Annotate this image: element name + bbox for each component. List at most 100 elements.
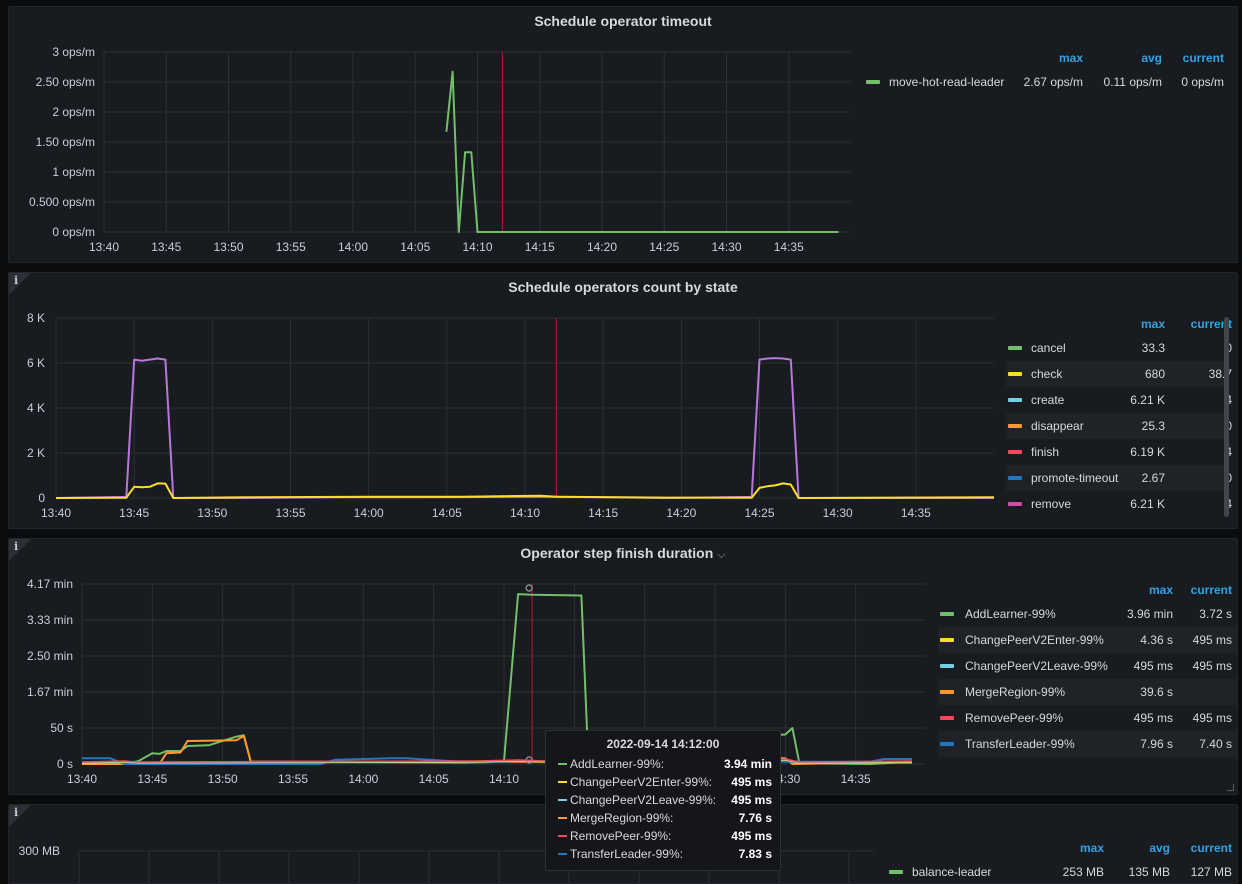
y-tick-label: 4.17 min [27, 577, 73, 591]
legend-swatch [940, 716, 954, 720]
y-tick-label: 2.50 ops/m [36, 75, 95, 89]
legend-header-current[interactable]: current [1152, 583, 1232, 597]
x-tick-label: 14:00 [338, 240, 368, 254]
legend-series-name: remove [1031, 497, 1072, 511]
legend-swatch [940, 690, 954, 694]
y-tick-label: 0.500 ops/m [29, 195, 95, 209]
y-tick-label: 2 ops/m [52, 105, 95, 119]
x-tick-label: 14:25 [744, 506, 774, 520]
x-tick-label: 14:35 [841, 772, 871, 786]
legend-item[interactable]: disappear25.30 [1006, 413, 1232, 439]
tooltip-swatch [558, 781, 567, 783]
legend-swatch [940, 664, 954, 668]
legend-value-max: 2.67 ops/m [1023, 75, 1083, 89]
x-tick-label: 14:05 [419, 772, 449, 786]
tooltip-row: TransferLeader-99%: 7.83 s [558, 845, 772, 863]
tooltip-swatch [558, 799, 567, 801]
legend-item[interactable]: create6.21 K4 [1006, 387, 1232, 413]
tooltip-swatch [558, 817, 567, 819]
y-tick-label: 0 s [57, 757, 73, 771]
tooltip-row: MergeRegion-99%: 7.76 s [558, 809, 772, 827]
y-tick-label: 1.67 min [27, 685, 73, 699]
y-tick-label: 8 K [27, 311, 45, 325]
legend-series-name: cancel [1031, 341, 1066, 355]
resize-handle-icon[interactable] [1227, 784, 1234, 791]
legend-value-current: 127 MB [1190, 865, 1232, 879]
tooltip-value: 7.76 s [738, 811, 772, 825]
tooltip-value: 7.83 s [738, 847, 772, 861]
x-tick-label: 14:10 [489, 772, 519, 786]
legend-item[interactable]: RemovePeer-99% 495 ms 495 ms [938, 705, 1237, 731]
x-tick-label: 14:30 [823, 506, 853, 520]
legend-item[interactable]: promote-timeout2.670 [1006, 465, 1232, 491]
legend-header-max[interactable]: max [1003, 51, 1083, 65]
y-tick-label: 3.33 min [27, 613, 73, 627]
legend-swatch [940, 612, 954, 616]
legend-item[interactable]: ChangePeerV2Leave-99% 495 ms 495 ms [938, 653, 1237, 679]
x-tick-label: 14:10 [462, 240, 492, 254]
tooltip-swatch [558, 835, 567, 837]
legend-header-current[interactable]: current [1152, 841, 1232, 855]
x-tick-label: 13:50 [197, 506, 227, 520]
legend-header-current[interactable]: current [1152, 317, 1232, 331]
tooltip-series-name: MergeRegion-99%: [570, 811, 674, 825]
panel-schedule-operator-timeout[interactable]: Schedule operator timeout 0 ops/m 0.500 o… [8, 6, 1238, 263]
legend-value-current: 0 [1142, 335, 1232, 361]
legend-item[interactable]: cancel33.30 [1006, 335, 1232, 361]
legend-header-current[interactable]: current [1144, 51, 1224, 65]
x-tick-label: 13:40 [89, 240, 119, 254]
chart-operator-timeout[interactable]: 0 ops/m 0.500 ops/m 1 ops/m 1.50 ops/m 2 ops… [9, 7, 1238, 263]
tooltip-row: ChangePeerV2Enter-99%: 495 ms [558, 773, 772, 791]
x-tick-label: 13:55 [278, 772, 308, 786]
tooltip-swatch [558, 763, 567, 765]
legend-item[interactable]: check 680 38.7 [1006, 361, 1232, 387]
x-tick-label: 13:50 [208, 772, 238, 786]
legend-item[interactable]: TransferLeader-99% 7.96 s 7.40 s [938, 731, 1237, 757]
tooltip-row: ChangePeerV2Leave-99%: 495 ms [558, 791, 772, 809]
x-tick-label: 14:20 [587, 240, 617, 254]
tooltip-time: 2022-09-14 14:12:00 [606, 737, 720, 751]
tooltip-row: AddLearner-99%: 3.94 min [558, 755, 772, 773]
hover-point [525, 584, 533, 592]
legend-value-current: 4 [1142, 387, 1232, 413]
legend-series-name: RemovePeer-99% [965, 711, 1064, 725]
legend-swatch [1008, 398, 1022, 402]
legend-value-current: 3.72 s [1199, 607, 1232, 621]
legend-scrollbar[interactable] [1224, 317, 1229, 517]
legend-value-current: 495 ms [1192, 659, 1232, 673]
x-tick-label: 14:00 [348, 772, 378, 786]
y-tick-label: 3 ops/m [52, 45, 95, 59]
legend-item[interactable]: move-hot-read-leader 2.67 ops/m 0.11 ops/m… [864, 69, 1232, 95]
y-tick-label: 0 [38, 491, 45, 505]
x-tick-label: 14:30 [711, 240, 741, 254]
legend-swatch [866, 80, 880, 84]
legend-item[interactable]: ChangePeerV2Enter-99% 4.36 s 495 ms [938, 627, 1237, 653]
tooltip-series-name: ChangePeerV2Enter-99%: [570, 775, 713, 789]
tooltip-series-name: AddLearner-99%: [570, 757, 665, 771]
legend-series-name: AddLearner-99% [965, 607, 1056, 621]
panel-operators-count-by-state[interactable]: i Schedule operators count by state 02 K… [8, 272, 1238, 529]
legend-item[interactable]: remove6.21 K4 [1006, 491, 1232, 517]
legend-series-name: move-hot-read-leader [889, 75, 1005, 89]
x-tick-label: 14:15 [588, 506, 618, 520]
tooltip-series-name: ChangePeerV2Leave-99%: [570, 793, 717, 807]
y-tick-label: 1.50 ops/m [36, 135, 95, 149]
x-tick-label: 14:25 [649, 240, 679, 254]
x-tick-label: 13:40 [41, 506, 71, 520]
x-tick-label: 14:15 [525, 240, 555, 254]
tooltip-series-name: TransferLeader-99%: [570, 847, 683, 861]
legend-value-current: 495 ms [1192, 711, 1232, 725]
legend-swatch [940, 742, 954, 746]
legend-item[interactable]: finish6.19 K4 [1006, 439, 1232, 465]
legend-series-name: balance-leader [912, 865, 992, 879]
x-tick-label: 14:20 [666, 506, 696, 520]
legend-series-name: MergeRegion-99% [965, 685, 1066, 699]
legend-item[interactable]: MergeRegion-99% 39.6 s [938, 679, 1237, 705]
legend-value-current: 7.40 s [1199, 737, 1232, 751]
legend-value-current: 38.7 [1208, 367, 1232, 381]
series-line-move-hot-read-leader[interactable] [445, 70, 839, 233]
x-tick-label: 13:50 [213, 240, 243, 254]
legend-item[interactable]: AddLearner-99% 3.96 min 3.72 s [938, 601, 1237, 627]
legend-item[interactable]: balance-leader 253 MB 135 MB 127 MB [887, 859, 1237, 883]
legend-swatch [1008, 502, 1022, 506]
